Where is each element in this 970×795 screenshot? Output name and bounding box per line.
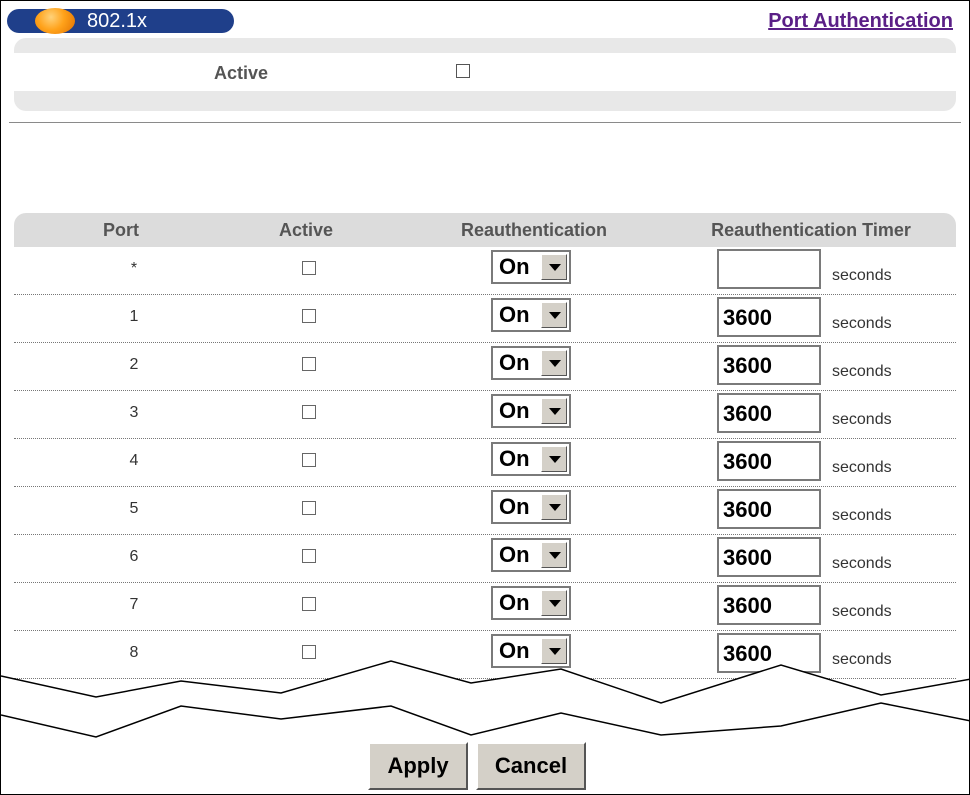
reauthentication-value: On [499,350,530,375]
reauthentication-select[interactable]: On [491,586,571,620]
port-number: 5 [129,500,139,517]
reauthentication-value: On [499,542,530,567]
global-active-label: Active [214,63,269,83]
timer-unit-label: seconds [832,603,892,620]
table-row: 1 On seconds [14,295,956,343]
port-number: 4 [129,452,139,469]
reauthentication-select[interactable]: On [491,490,571,524]
port-active-checkbox[interactable] [302,261,316,275]
apply-button[interactable]: Apply [368,742,468,790]
chevron-down-icon[interactable] [541,302,567,328]
chevron-down-icon[interactable] [541,398,567,424]
column-header-active: Active [278,220,334,240]
port-number: 7 [129,596,139,613]
timer-unit-label: seconds [832,507,892,524]
port-number: 1 [129,308,139,325]
reauthentication-timer-input[interactable] [717,585,821,625]
timer-unit-label: seconds [832,267,892,284]
port-number: 6 [129,548,139,565]
chevron-down-icon[interactable] [541,254,567,280]
chevron-down-icon[interactable] [541,542,567,568]
reauthentication-value: On [499,254,530,279]
reauthentication-select[interactable]: On [491,298,571,332]
reauthentication-select[interactable]: On [491,394,571,428]
chevron-down-icon[interactable] [541,590,567,616]
timer-unit-label: seconds [832,459,892,476]
reauthentication-select[interactable]: On [491,538,571,572]
reauthentication-timer-input[interactable] [717,537,821,577]
reauthentication-timer-input[interactable] [717,345,821,385]
table-row: 3 On seconds [14,391,956,439]
reauthentication-timer-input[interactable] [717,489,821,529]
table-row: 5 On seconds [14,487,956,535]
table-row: 4 On seconds [14,439,956,487]
port-authentication-panel: 802.1x Port Authentication Active Port A… [0,0,970,795]
port-number: * [130,260,138,277]
cancel-button[interactable]: Cancel [476,742,586,790]
port-active-checkbox[interactable] [302,405,316,419]
global-active-checkbox[interactable] [456,64,470,78]
global-active-panel: Active [14,38,956,111]
port-active-checkbox[interactable] [302,549,316,563]
port-active-checkbox[interactable] [302,453,316,467]
section-title: 802.1x [87,10,148,32]
chevron-down-icon[interactable] [541,350,567,376]
port-number: 2 [129,356,139,373]
chevron-down-icon[interactable] [541,494,567,520]
reauthentication-value: On [499,398,530,423]
timer-unit-label: seconds [832,411,892,428]
section-title-bar: 802.1x [7,8,234,34]
reauthentication-timer-input[interactable] [717,297,821,337]
orb-icon [35,8,75,34]
port-active-checkbox[interactable] [302,357,316,371]
table-row: 6 On seconds [14,535,956,583]
reauthentication-timer-input[interactable] [717,441,821,481]
column-header-reauthentication: Reauthentication [460,220,608,240]
reauthentication-value: On [499,302,530,327]
divider [9,122,961,123]
table-row: 7 On seconds [14,583,956,631]
column-header-reauthentication-timer: Reauthentication Timer [711,220,911,240]
reauthentication-value: On [499,446,530,471]
port-active-checkbox[interactable] [302,597,316,611]
timer-unit-label: seconds [832,315,892,332]
reauthentication-select[interactable]: On [491,346,571,380]
port-authentication-link[interactable]: Port Authentication [768,10,953,33]
global-active-row: Active [14,53,956,91]
table-header: Port Active Reauthentication Reauthentic… [14,213,956,247]
reauthentication-timer-input[interactable] [717,249,821,289]
timer-unit-label: seconds [832,555,892,572]
port-active-checkbox[interactable] [302,309,316,323]
reauthentication-value: On [499,590,530,615]
timer-unit-label: seconds [832,363,892,380]
chevron-down-icon[interactable] [541,446,567,472]
column-header-port: Port [103,220,139,240]
reauthentication-select[interactable]: On [491,442,571,476]
reauthentication-timer-input[interactable] [717,393,821,433]
port-active-checkbox[interactable] [302,501,316,515]
reauthentication-select[interactable]: On [491,250,571,284]
port-number: 3 [129,404,139,421]
reauthentication-value: On [499,494,530,519]
table-row: 2 On seconds [14,343,956,391]
table-row: * On seconds [14,247,956,295]
